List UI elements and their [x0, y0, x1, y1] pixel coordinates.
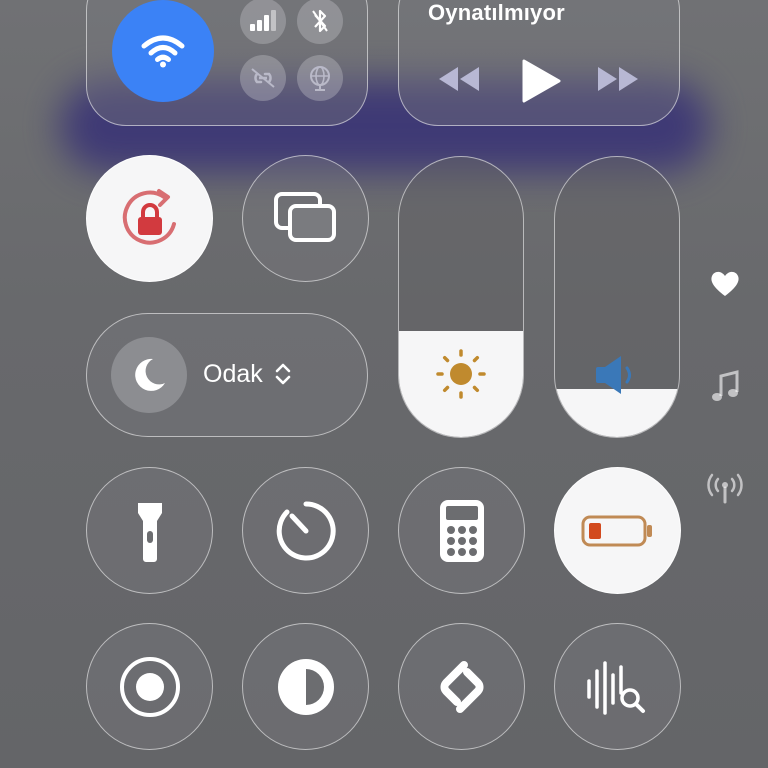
play-icon	[521, 58, 561, 104]
wifi-button[interactable]	[112, 0, 214, 102]
focus-label: Odak	[203, 360, 263, 388]
personal-hotspot-button[interactable]	[240, 55, 286, 101]
antenna-icon	[707, 472, 743, 504]
connectivity-page-indicator[interactable]	[705, 472, 745, 504]
screen-recording-button[interactable]	[86, 623, 213, 750]
orientation-lock-button[interactable]	[86, 155, 213, 282]
sound-recognition-button[interactable]	[554, 623, 681, 750]
play-button[interactable]	[521, 58, 561, 104]
heart-icon	[709, 268, 741, 298]
wifi-icon	[141, 34, 185, 68]
brightness-slider[interactable]	[398, 156, 524, 438]
shazam-button[interactable]	[398, 623, 525, 750]
now-playing-title: Oynatılmıyor	[428, 0, 565, 25]
sun-icon	[399, 348, 523, 400]
orientation-lock-icon	[115, 184, 185, 254]
shazam-icon	[430, 655, 494, 719]
personal-hotspot-icon	[248, 67, 278, 89]
control-center: Oynatılmıyor Odak	[0, 0, 768, 768]
dark-mode-button[interactable]	[242, 623, 369, 750]
flashlight-icon	[135, 499, 165, 563]
calculator-button[interactable]	[398, 467, 525, 594]
calculator-icon	[438, 498, 486, 564]
screen-mirroring-button[interactable]	[242, 155, 369, 282]
moon-icon	[129, 355, 169, 395]
focus-moon-badge	[111, 337, 187, 413]
globe-icon	[306, 64, 334, 92]
cellular-button[interactable]	[240, 0, 286, 44]
fast-forward-icon	[596, 64, 640, 94]
timer-icon	[273, 498, 339, 564]
favorites-page-indicator[interactable]	[705, 268, 745, 298]
flashlight-button[interactable]	[86, 467, 213, 594]
satellite-button[interactable]	[297, 55, 343, 101]
speaker-icon	[555, 354, 679, 396]
screen-record-icon	[118, 655, 182, 719]
rewind-button[interactable]	[437, 64, 481, 94]
battery-icon	[581, 514, 655, 548]
low-power-mode-button[interactable]	[554, 467, 681, 594]
bluetooth-icon	[311, 9, 329, 33]
dark-mode-icon	[274, 655, 338, 719]
music-note-icon	[710, 370, 740, 404]
cellular-icon	[249, 10, 277, 32]
timer-button[interactable]	[242, 467, 369, 594]
sound-recognition-icon	[583, 657, 653, 717]
chevron-up-down-icon	[274, 361, 292, 387]
music-page-indicator[interactable]	[705, 370, 745, 404]
rewind-icon	[437, 64, 481, 94]
volume-level	[555, 389, 679, 437]
fast-forward-button[interactable]	[596, 64, 640, 94]
bluetooth-button[interactable]	[297, 0, 343, 44]
volume-slider[interactable]	[554, 156, 680, 438]
screen-mirroring-icon	[273, 191, 339, 247]
